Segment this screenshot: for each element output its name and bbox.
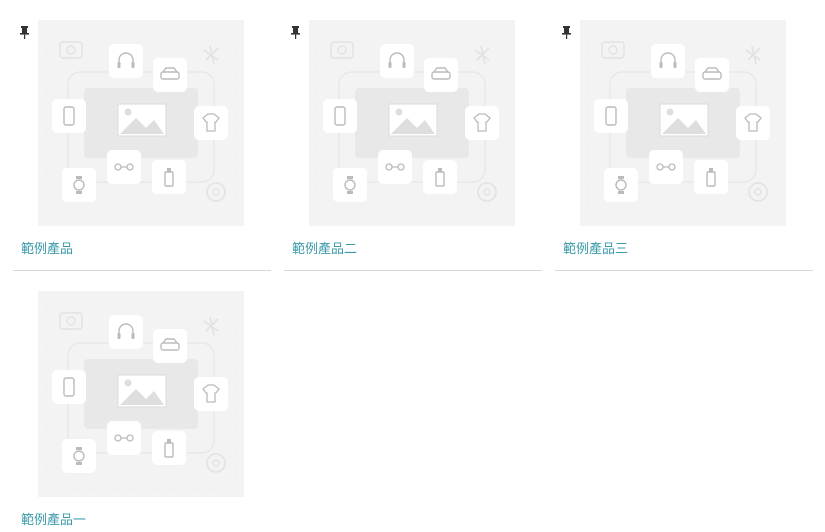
product-thumbnail[interactable] bbox=[580, 20, 786, 226]
divider bbox=[555, 270, 813, 271]
pin-icon bbox=[291, 26, 300, 39]
image-placeholder-icon bbox=[38, 20, 244, 226]
image-placeholder-icon bbox=[580, 20, 786, 226]
divider bbox=[284, 270, 542, 271]
product-name-link[interactable]: 範例產品 bbox=[21, 238, 73, 257]
image-placeholder-icon bbox=[38, 291, 244, 497]
product-thumbnail[interactable] bbox=[38, 291, 244, 497]
pin-icon bbox=[562, 26, 571, 39]
product-thumbnail[interactable] bbox=[38, 20, 244, 226]
image-placeholder-icon bbox=[309, 20, 515, 226]
product-name-link[interactable]: 範例產品二 bbox=[292, 238, 357, 257]
product-name-link[interactable]: 範例產品一 bbox=[21, 509, 86, 528]
product-thumbnail[interactable] bbox=[309, 20, 515, 226]
pin-icon bbox=[20, 26, 29, 39]
divider bbox=[13, 270, 271, 271]
product-name-link[interactable]: 範例產品三 bbox=[563, 238, 628, 257]
